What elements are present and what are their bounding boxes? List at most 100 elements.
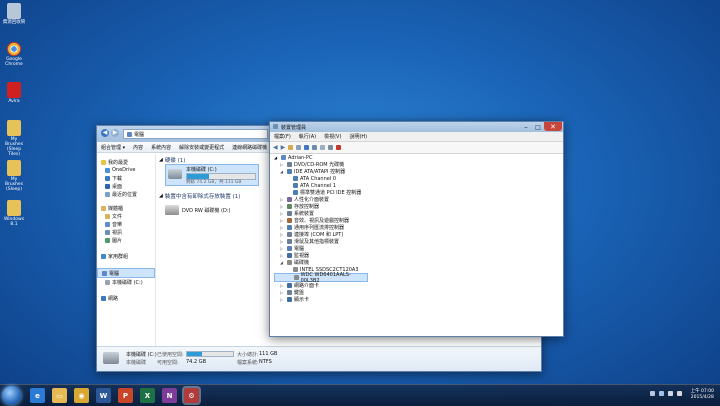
- tree-view-icon[interactable]: [288, 145, 294, 150]
- nav-item-local-disk[interactable]: 本機磁碟 (C:): [97, 278, 155, 286]
- nav-item-documents[interactable]: 文件: [97, 212, 155, 220]
- expand-arrow-icon[interactable]: ▷: [280, 197, 285, 202]
- expand-arrow-icon[interactable]: ▷: [280, 211, 285, 216]
- tree-item[interactable]: ▷ 人性化介面裝置: [274, 196, 554, 203]
- forward-arrow-icon[interactable]: ▶: [111, 129, 119, 137]
- tree-item[interactable]: ▷ 音效、視訊及遊戲控制器: [274, 217, 554, 224]
- tree-item[interactable]: ▷ 電腦: [274, 245, 554, 252]
- desktop-icon-recycle-bin[interactable]: 資源回收筒: [2, 3, 26, 25]
- update-driver-icon[interactable]: [320, 145, 326, 150]
- toolbar-system-properties[interactable]: 系統內容: [151, 144, 171, 151]
- nav-item-pictures[interactable]: 圖片: [97, 236, 155, 244]
- flag-icon[interactable]: [677, 391, 682, 396]
- help-icon[interactable]: [304, 145, 310, 150]
- nav-item-downloads[interactable]: 下載: [97, 174, 155, 182]
- tree-item[interactable]: ◢ 磁碟機: [274, 259, 554, 266]
- disable-device-icon[interactable]: [328, 145, 334, 150]
- nav-item-music[interactable]: 音樂: [97, 220, 155, 228]
- taskbar-powerpoint-button[interactable]: P: [118, 388, 133, 403]
- desktop-icon-chrome[interactable]: Google Chrome: [2, 42, 26, 67]
- start-button[interactable]: [2, 386, 21, 405]
- tree-item[interactable]: ▷ 存放控制器: [274, 203, 554, 210]
- devmgr-titlebar[interactable]: 裝置管理員 – □ ✕: [270, 122, 563, 132]
- expand-arrow-icon[interactable]: ▷: [280, 232, 285, 237]
- expand-arrow-icon[interactable]: ▷: [280, 225, 285, 230]
- nav-item-recent[interactable]: 最近的位置: [97, 190, 155, 198]
- taskbar-onenote-button[interactable]: N: [162, 388, 177, 403]
- toolbar-properties[interactable]: 內容: [133, 144, 143, 151]
- taskbar-excel-button[interactable]: X: [140, 388, 155, 403]
- menu-action[interactable]: 執行(A): [299, 133, 316, 140]
- tree-item[interactable]: ▷ 連接埠 (COM 和 LPT): [274, 231, 554, 238]
- maximize-button[interactable]: □: [532, 122, 544, 132]
- properties-icon[interactable]: [296, 145, 302, 150]
- menu-file[interactable]: 檔案(F): [274, 133, 291, 140]
- menu-view[interactable]: 檢視(V): [324, 133, 341, 140]
- desktop-icon-avira[interactable]: Avira: [2, 82, 26, 104]
- expand-arrow-icon[interactable]: ▷: [280, 290, 285, 295]
- tree-item[interactable]: ◢ IDE ATA/ATAPI 控制器: [274, 168, 554, 175]
- tree-item[interactable]: ▷ 系統裝置: [274, 210, 554, 217]
- network-icon[interactable]: [659, 391, 664, 396]
- expand-arrow-icon[interactable]: ▷: [280, 253, 285, 258]
- collapse-arrow-icon[interactable]: ◢: [280, 260, 285, 265]
- details-name: 本機磁碟 (C:): [126, 352, 157, 358]
- drive-c-tile[interactable]: 本機磁碟 (C:) 剩餘 74.2 GB，共 111 GB: [165, 164, 259, 186]
- device-manager-icon: ⚙: [188, 391, 195, 400]
- toolbar-map-drive[interactable]: 連線網路磁碟機: [232, 144, 267, 151]
- collapse-arrow-icon[interactable]: ◢: [280, 169, 285, 174]
- minimize-button[interactable]: –: [520, 122, 532, 132]
- nav-libraries[interactable]: 媒體櫃: [97, 204, 155, 212]
- expand-arrow-icon[interactable]: ▷: [280, 239, 285, 244]
- uninstall-device-icon[interactable]: [336, 145, 342, 150]
- clock[interactable]: 上午 07:00 2015/4/28: [691, 389, 714, 401]
- desktop-icon-folder-3[interactable]: Windows 8.1: [2, 200, 26, 227]
- expand-arrow-icon[interactable]: ▷: [280, 246, 285, 251]
- nav-item-videos[interactable]: 視訊: [97, 228, 155, 236]
- nav-item-onedrive[interactable]: OneDrive: [97, 166, 155, 174]
- taskbar-word-button[interactable]: W: [96, 388, 111, 403]
- expand-arrow-icon[interactable]: ▷: [280, 218, 285, 223]
- nav-favorites[interactable]: 我的最愛: [97, 158, 155, 166]
- tree-item[interactable]: ATA Channel 0: [274, 175, 554, 182]
- desktop-icon-folder-2[interactable]: My Brushes (Sleep): [2, 160, 26, 192]
- nav-item-desktop[interactable]: 桌面: [97, 182, 155, 190]
- toolbar-uninstall[interactable]: 解除安裝或變更程式: [179, 144, 224, 151]
- menu-help[interactable]: 說明(H): [349, 133, 367, 140]
- expand-arrow-icon[interactable]: ▷: [280, 283, 285, 288]
- nav-computer[interactable]: 電腦: [97, 268, 155, 278]
- tree-item[interactable]: ▷ DVD/CD-ROM 光碟機: [274, 161, 554, 168]
- taskbar-ie-button[interactable]: e: [30, 388, 45, 403]
- expand-arrow-icon[interactable]: ▷: [280, 204, 285, 209]
- taskbar-chrome-button[interactable]: ◉: [74, 388, 89, 403]
- taskbar-explorer-button[interactable]: ▭: [52, 388, 67, 403]
- tree-root[interactable]: ◢ Adrian-PC: [274, 154, 554, 161]
- tree-item[interactable]: WDC WD6401AALS-00L3B2: [274, 272, 368, 284]
- scan-hardware-icon[interactable]: [312, 145, 318, 150]
- collapse-arrow-icon[interactable]: ◢: [274, 155, 279, 160]
- tree-item[interactable]: 標準雙通道 PCI IDE 控制器: [274, 189, 554, 196]
- tree-item[interactable]: ▷ 滑鼠及其他指標裝置: [274, 238, 554, 245]
- tree-item[interactable]: ▷ 顯示卡: [274, 296, 554, 303]
- back-arrow-icon[interactable]: ◀: [273, 144, 278, 151]
- volume-icon[interactable]: [668, 391, 673, 396]
- collapse-arrow-icon[interactable]: ◢: [159, 193, 163, 199]
- toolbar-organize[interactable]: 組合管理 ▾: [101, 144, 125, 151]
- tree-item[interactable]: ▷ 監視器: [274, 252, 554, 259]
- show-hidden-icons-icon[interactable]: [650, 391, 655, 396]
- tree-item[interactable]: ATA Channel 1: [274, 182, 554, 189]
- back-arrow-icon[interactable]: ◀: [101, 129, 109, 137]
- nav-homegroup[interactable]: 家用群組: [97, 252, 155, 260]
- tree-item[interactable]: ▷ 通用序列匯流排控制器: [274, 224, 554, 231]
- taskbar-device-manager-button[interactable]: ⚙: [184, 388, 199, 403]
- nav-network[interactable]: 網路: [97, 294, 155, 302]
- address-bar[interactable]: 電腦: [123, 129, 268, 139]
- forward-arrow-icon[interactable]: ▶: [281, 144, 286, 151]
- expand-arrow-icon[interactable]: ▷: [280, 297, 285, 302]
- tree-item[interactable]: ▷ 網路介面卡: [274, 282, 554, 289]
- expand-arrow-icon[interactable]: ▷: [280, 162, 285, 167]
- desktop-icon-folder-1[interactable]: My Brushes (Sleep Tiles): [2, 120, 26, 157]
- close-button[interactable]: ✕: [544, 122, 562, 131]
- tree-item[interactable]: ▷ 鍵盤: [274, 289, 554, 296]
- collapse-arrow-icon[interactable]: ◢: [159, 157, 163, 163]
